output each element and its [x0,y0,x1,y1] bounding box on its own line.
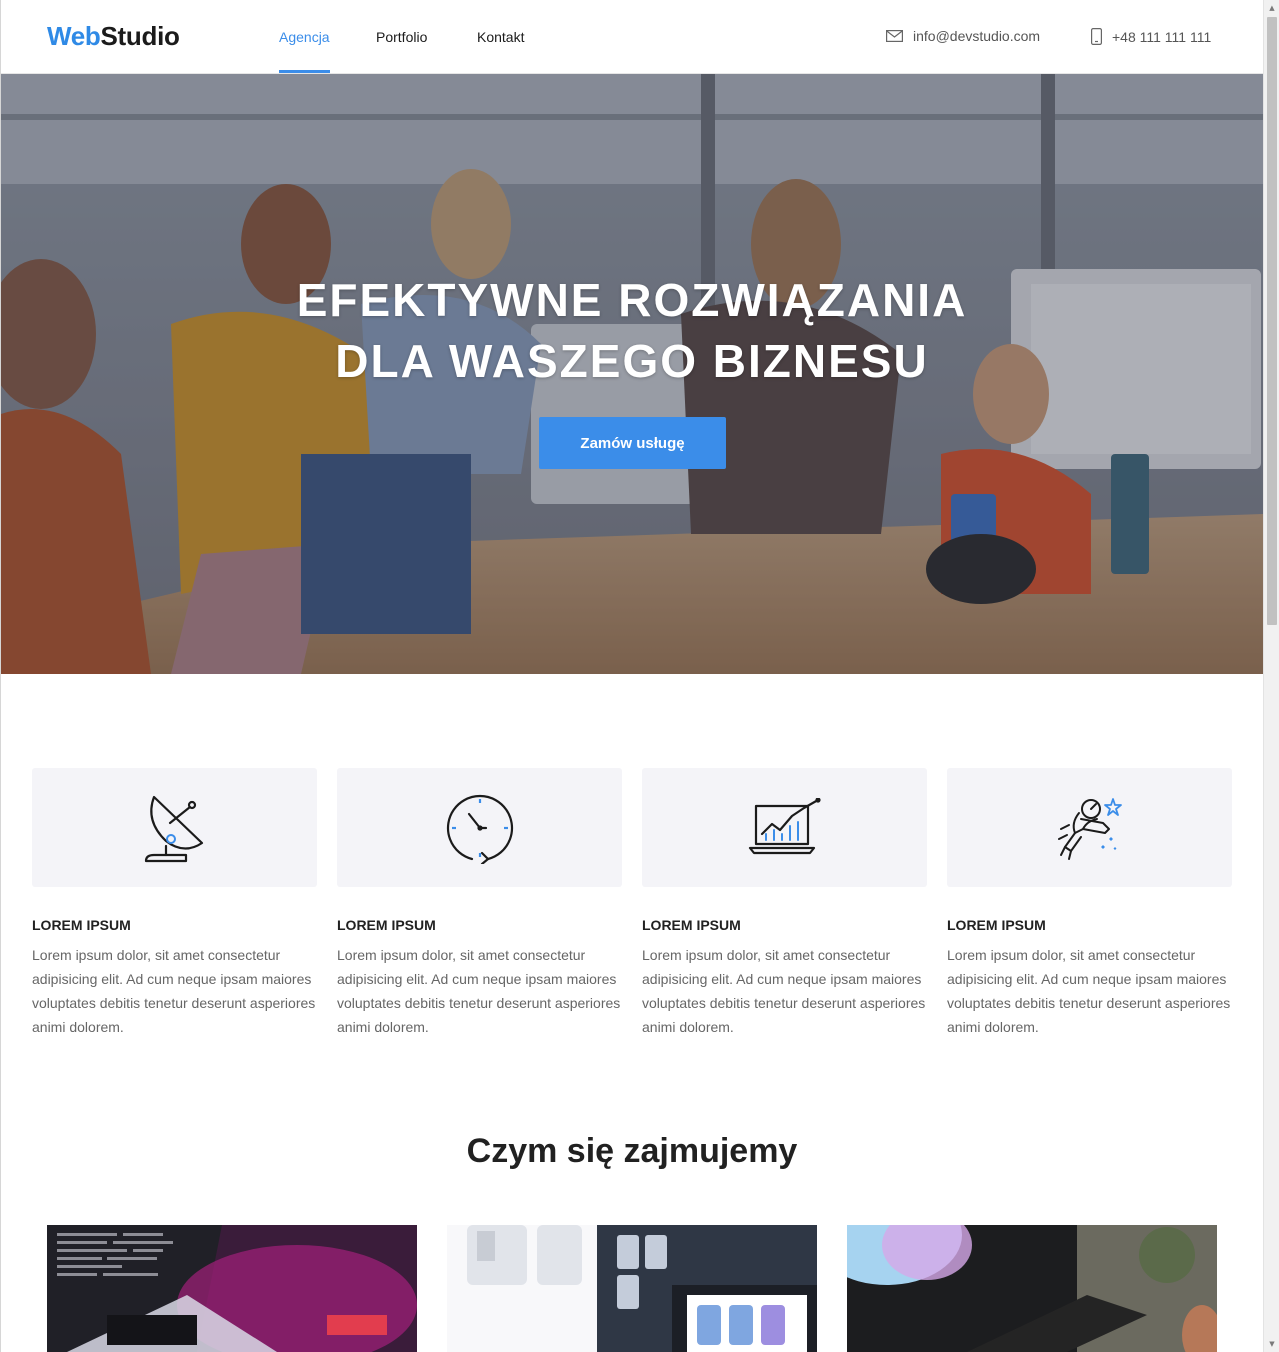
feature-icon-box [32,768,317,887]
hero-section: EFEKTYWNE ROZWIĄZANIA DLA WASZEGO BIZNES… [1,74,1263,674]
service-photo [447,1225,817,1352]
service-photo [847,1225,1217,1352]
phone-link[interactable]: +48 111 111 111 [1091,28,1211,45]
nav-item-portfolio[interactable]: Portfolio [376,29,427,45]
mobile-phone-icon [1091,28,1102,45]
laptop-chart-icon [748,797,821,854]
phone-text: +48 111 111 111 [1112,28,1212,45]
feature-title: LOREM IPSUM [32,917,131,933]
order-service-button[interactable]: Zamów usługę [539,417,726,469]
astronaut-rocket-icon [1057,797,1122,860]
nav-item-kontakt[interactable]: Kontakt [477,29,524,45]
service-image-coding[interactable] [47,1225,417,1352]
feature-description: Lorem ipsum dolor, sit amet consectetur … [32,947,316,1035]
feature-card: LOREM IPSUM Lorem ipsum dolor, sit amet … [32,768,317,1039]
site-header: WebStudio Agencja Portfolio Kontakt info… [1,0,1263,74]
nav-item-agencja[interactable]: Agencja [279,29,330,45]
scroll-down-arrow-icon[interactable]: ▼ [1264,1336,1279,1352]
satellite-dish-icon [144,795,203,862]
feature-icon-box [642,768,927,887]
clock-refresh-icon [446,794,513,864]
logo-studio-text: Studio [100,21,180,51]
email-link[interactable]: info@devstudio.com [886,28,1040,44]
feature-description: Lorem ipsum dolor, sit amet consectetur … [337,947,621,1035]
feature-title: LOREM IPSUM [642,917,741,933]
feature-card: LOREM IPSUM Lorem ipsum dolor, sit amet … [642,768,927,1039]
page: WebStudio Agencja Portfolio Kontakt info… [0,0,1263,1352]
hero-title-line1: EFEKTYWNE ROZWIĄZANIA [296,274,968,326]
feature-description: Lorem ipsum dolor, sit amet consectetur … [947,947,1231,1035]
active-nav-indicator [279,70,330,73]
service-photo [47,1225,417,1352]
hero-title-line2: DLA WASZEGO BIZNESU [335,335,929,387]
feature-title: LOREM IPSUM [947,917,1046,933]
scroll-up-arrow-icon[interactable]: ▲ [1264,0,1279,16]
feature-title: LOREM IPSUM [337,917,436,933]
email-text: info@devstudio.com [913,28,1041,44]
hero-title: EFEKTYWNE ROZWIĄZANIA DLA WASZEGO BIZNES… [1,270,1263,392]
services-section-title: Czym się zajmujemy [466,1132,798,1170]
service-image-mobile[interactable] [447,1225,817,1352]
feature-card: LOREM IPSUM Lorem ipsum dolor, sit amet … [337,768,622,1039]
service-image-design[interactable] [847,1225,1217,1352]
feature-card: LOREM IPSUM Lorem ipsum dolor, sit amet … [947,768,1232,1039]
feature-description: Lorem ipsum dolor, sit amet consectetur … [642,947,926,1035]
logo-web-text: Web [47,21,101,51]
logo[interactable]: WebStudio [47,21,180,52]
vertical-scrollbar[interactable]: ▲ ▼ [1263,0,1279,1352]
feature-icon-box [947,768,1232,887]
scrollbar-thumb[interactable] [1267,17,1277,625]
envelope-icon [886,30,903,42]
feature-icon-box [337,768,622,887]
